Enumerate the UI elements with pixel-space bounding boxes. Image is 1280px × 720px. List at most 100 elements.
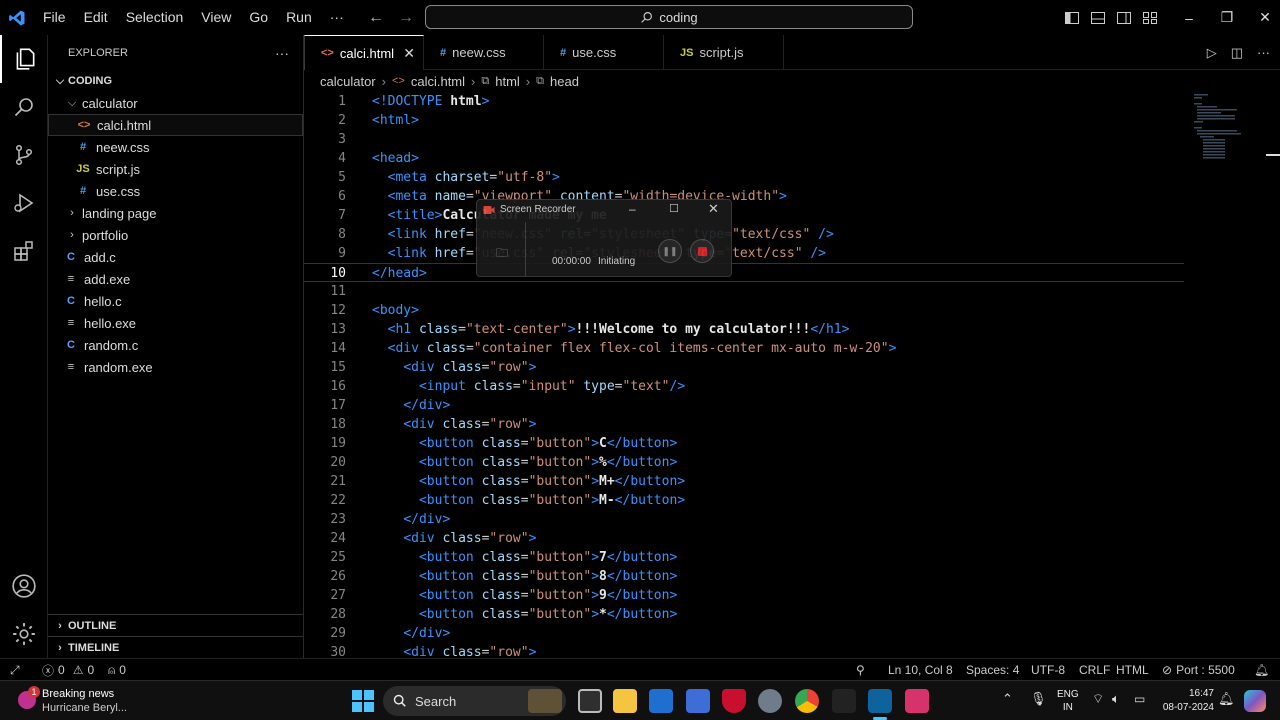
tree-item[interactable]: ⌵ calculator <box>48 92 303 114</box>
search-sidebar-icon[interactable] <box>0 83 48 131</box>
indentation[interactable]: Spaces: 4 <box>966 659 1019 681</box>
manage-gear-icon[interactable] <box>0 610 48 658</box>
forward-arrow-icon[interactable]: → <box>398 9 414 27</box>
vscode-taskbar-icon[interactable] <box>868 689 892 713</box>
tree-item[interactable]: ≡ add.exe <box>48 268 303 290</box>
stop-icon <box>697 246 707 256</box>
screen-recorder-taskbar-icon[interactable] <box>905 689 929 713</box>
live-server-port[interactable]: ⊘ Port : 5500 <box>1162 659 1235 681</box>
workspace-root[interactable]: ⌵ CODING <box>48 70 303 92</box>
explorer-icon[interactable] <box>0 35 48 83</box>
code-token: </button> <box>606 436 678 451</box>
tree-item[interactable]: › portfolio <box>48 224 303 246</box>
file-explorer-icon[interactable] <box>613 689 637 713</box>
recorder-minimize-icon[interactable]: – <box>629 202 636 216</box>
clock[interactable]: 16:47 08-07-2024 <box>1158 687 1214 715</box>
chrome-icon[interactable] <box>795 689 819 713</box>
microphone-icon[interactable]: 🎙︎ <box>1030 691 1047 707</box>
notification-bell-icon[interactable]: 🔔︎ <box>1218 691 1235 707</box>
folder-icon[interactable]: 🗀 <box>496 244 508 265</box>
code-editor[interactable]: 1 <!DOCTYPE html> 2 <html> 3 4 <head> 5 <meta c… <box>304 92 1280 660</box>
tree-item[interactable]: # neew.css <box>48 136 303 158</box>
app-icon[interactable] <box>686 689 710 713</box>
source-control-icon[interactable] <box>0 131 48 179</box>
run-debug-icon[interactable] <box>0 179 48 227</box>
tree-item[interactable]: ≡ hello.exe <box>48 312 303 334</box>
wifi-icon[interactable]: ⌔ <box>1092 691 1104 707</box>
chevron-up-icon[interactable]: ⌃ <box>1002 691 1013 707</box>
split-editor-icon[interactable]: ◫ <box>1231 45 1243 61</box>
task-view-icon[interactable] <box>578 689 602 713</box>
code-token: <link <box>387 227 435 242</box>
encoding[interactable]: UTF-8 <box>1031 659 1065 681</box>
settings-icon[interactable] <box>758 689 782 713</box>
tree-item[interactable]: # use.css <box>48 180 303 202</box>
stop-record-button[interactable] <box>690 239 714 263</box>
remote-indicator[interactable]: ⤢ <box>10 659 20 681</box>
menu-file[interactable]: File <box>34 0 75 35</box>
back-arrow-icon[interactable]: ← <box>368 9 384 27</box>
menu-edit[interactable]: Edit <box>75 0 117 35</box>
menu-selection[interactable]: Selection <box>117 0 193 35</box>
microsoft-store-icon[interactable] <box>649 689 673 713</box>
battery-icon[interactable]: ▭ <box>1134 692 1145 706</box>
run-icon[interactable]: ▷ <box>1207 45 1217 61</box>
tree-item[interactable]: Crandom.c <box>48 334 303 356</box>
minimap[interactable] <box>1194 92 1244 162</box>
language-mode[interactable]: HTML <box>1116 659 1149 681</box>
notifications-bell-icon[interactable]: 🔔︎ <box>1254 659 1269 681</box>
timeline-section[interactable]: › TIMELINE <box>48 636 303 658</box>
extensions-icon[interactable] <box>0 227 48 275</box>
explorer-more-icon[interactable]: ··· <box>275 45 289 61</box>
menu-view[interactable]: View <box>192 0 240 35</box>
start-button[interactable] <box>352 690 374 712</box>
toggle-secondary-sidebar-icon[interactable] <box>1116 10 1132 26</box>
volume-icon[interactable]: 🔈︎ <box>1112 691 1120 707</box>
menu-go[interactable]: Go <box>240 0 277 35</box>
zoom-icon[interactable]: ⚲ <box>856 659 865 681</box>
command-center-search[interactable]: coding <box>425 5 913 29</box>
recorder-maximize-icon[interactable]: ☐ <box>669 202 679 215</box>
breadcrumb-head[interactable]: head <box>550 74 579 89</box>
minimize-icon[interactable]: – <box>1170 10 1208 26</box>
recorder-close-icon[interactable]: ✕ <box>708 201 719 217</box>
ports-indicator[interactable]: ⍝ 0 <box>108 659 126 681</box>
breadcrumb-folder[interactable]: calculator <box>320 74 376 89</box>
screen-recorder-window[interactable]: Screen Recorder – ☐ ✕ 🗀 00:00:00 Initiat… <box>476 199 732 277</box>
customize-layout-icon[interactable] <box>1142 10 1158 26</box>
close-tab-icon[interactable]: ✕ <box>403 45 415 62</box>
end-of-line[interactable]: CRLF <box>1079 659 1110 681</box>
toggle-panel-icon[interactable] <box>1090 10 1106 26</box>
copilot-icon[interactable] <box>1244 690 1266 712</box>
breadcrumb-html[interactable]: html <box>495 74 520 89</box>
tree-item[interactable]: Cadd.c <box>48 246 303 268</box>
app-dark-icon[interactable] <box>832 689 856 713</box>
more-actions-icon[interactable]: ··· <box>1257 45 1270 60</box>
html-file-icon: <> <box>321 47 334 59</box>
line-number: 23 <box>330 512 346 527</box>
tree-item[interactable]: JS script.js <box>48 158 303 180</box>
language-indicator[interactable]: ENG IN <box>1057 688 1079 714</box>
maximize-icon[interactable]: ❐ <box>1208 9 1246 26</box>
outline-section[interactable]: › OUTLINE <box>48 614 303 636</box>
pause-button[interactable]: ❚❚ <box>658 239 682 263</box>
breadcrumb-file[interactable]: calci.html <box>411 74 465 89</box>
account-icon[interactable] <box>0 562 48 610</box>
tab-use-css[interactable]: # use.css <box>544 35 664 70</box>
tree-item[interactable]: Chello.c <box>48 290 303 312</box>
tree-item[interactable]: ≡ random.exe <box>48 356 303 378</box>
menu-run[interactable]: Run <box>277 0 321 35</box>
tree-item[interactable]: › landing page <box>48 202 303 224</box>
tab-neew-css[interactable]: # neew.css <box>424 35 544 70</box>
problems-indicator[interactable]: ⓧ 0 ⚠ 0 <box>42 659 94 681</box>
tab-calci-html[interactable]: <> calci.html ✕ <box>304 35 424 70</box>
toggle-primary-sidebar-icon[interactable] <box>1064 10 1080 26</box>
close-window-icon[interactable]: ✕ <box>1246 9 1280 26</box>
tab-script-js[interactable]: JS script.js <box>664 35 784 70</box>
search-highlight-icon[interactable] <box>528 689 562 713</box>
menu-more[interactable]: ··· <box>321 0 353 35</box>
cursor-position[interactable]: Ln 10, Col 8 <box>888 659 953 681</box>
news-widget[interactable]: 1 Breaking news Hurricane Beryl... <box>14 685 164 717</box>
mcafee-icon[interactable] <box>722 689 746 713</box>
tree-item[interactable]: <> calci.html <box>48 114 303 136</box>
